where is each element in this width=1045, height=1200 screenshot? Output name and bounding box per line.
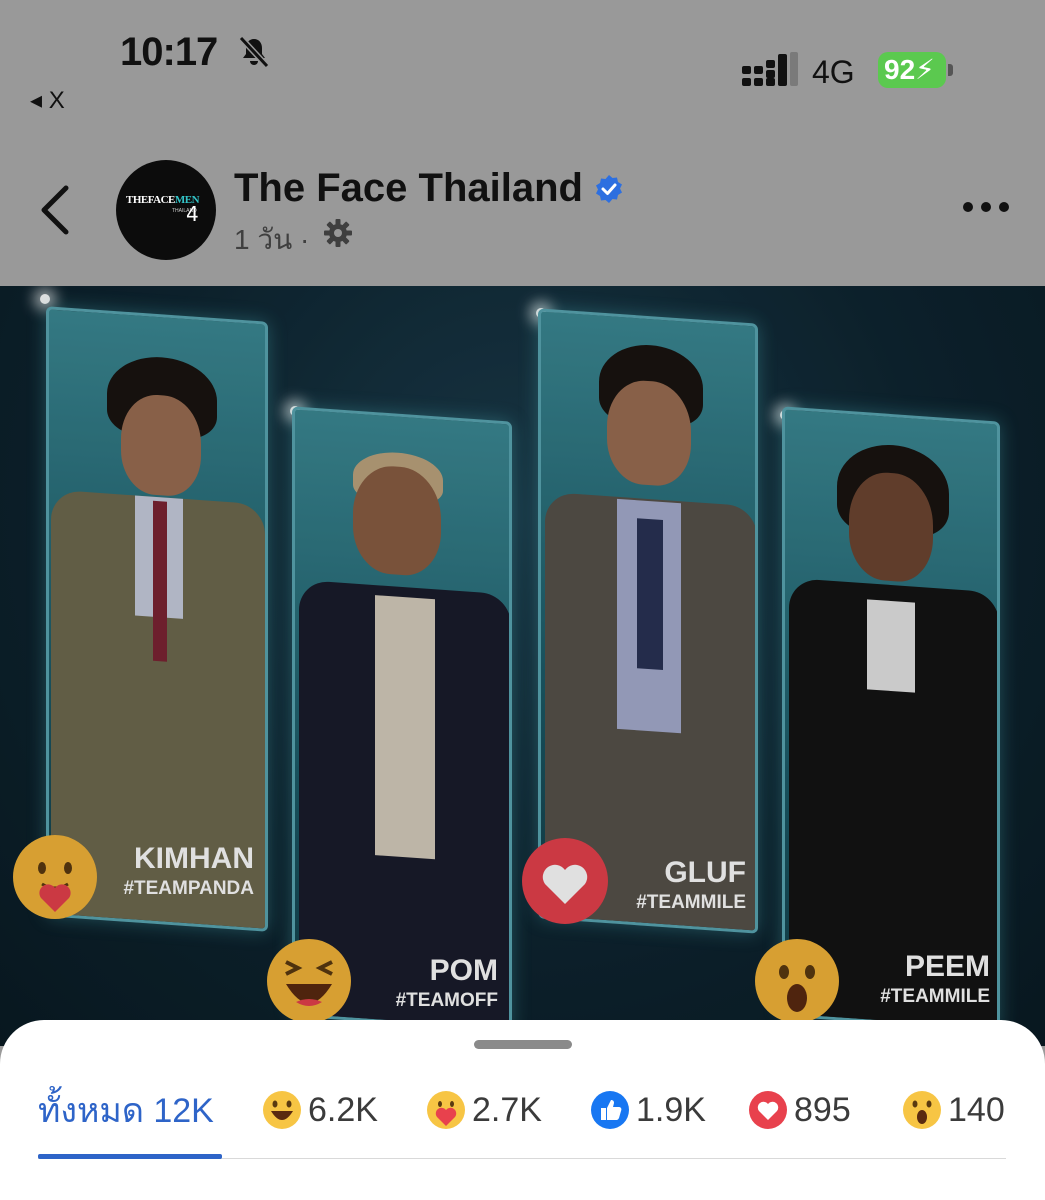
- tab-love[interactable]: 895: [748, 1080, 851, 1140]
- battery-level: 92: [884, 54, 916, 85]
- back-to-app-link[interactable]: ◂ X: [30, 86, 65, 115]
- contestant-card-kimhan: [46, 306, 268, 932]
- reaction-tabs: ทั้งหมด 12K 6.2K 2.7K 1.9K 895 140: [0, 1080, 1045, 1140]
- more-options-icon[interactable]: [960, 194, 1012, 220]
- page-avatar[interactable]: THEFACEMEN THAILAND 4: [116, 160, 216, 260]
- status-bar: 10:17 ◂ X 4G 92⚡: [0, 0, 1045, 130]
- love-emoji-badge: [522, 838, 608, 924]
- verified-badge-icon: [596, 175, 622, 203]
- tab-all[interactable]: ทั้งหมด 12K: [38, 1080, 214, 1140]
- post-header: THEFACEMEN THAILAND 4 The Face Thailand …: [0, 130, 1045, 286]
- tab-wow[interactable]: 140: [902, 1080, 1005, 1140]
- post-time: 1 วัน ·: [234, 224, 310, 255]
- wow-emoji-icon: [755, 939, 839, 1023]
- wow-icon: [903, 1091, 941, 1129]
- haha-emoji-icon: [267, 939, 351, 1023]
- post-image[interactable]: KIMHAN #TEAMPANDA POM #TEAMOFF GLUF #TEA…: [0, 286, 1045, 1046]
- tab-care[interactable]: 2.7K: [426, 1080, 542, 1140]
- card-label-pom: POM #TEAMOFF: [395, 954, 498, 1011]
- tab-like[interactable]: 1.9K: [590, 1080, 706, 1140]
- charging-bolt-icon: ⚡: [915, 54, 935, 85]
- avatar-logo-number: 4: [186, 202, 199, 226]
- battery-indicator: 92⚡: [878, 52, 954, 88]
- like-icon: [591, 1091, 629, 1129]
- love-icon: [749, 1091, 787, 1129]
- card-label-kimhan: KIMHAN #TEAMPANDA: [123, 842, 254, 899]
- reactions-sheet: ทั้งหมด 12K 6.2K 2.7K 1.9K 895 140: [0, 1020, 1045, 1200]
- heart-icon: [542, 864, 588, 904]
- card-label-peem: PEEM #TEAMMILE: [880, 950, 990, 1007]
- tab-like-count: 1.9K: [636, 1090, 706, 1129]
- active-tab-indicator: [38, 1154, 222, 1159]
- tab-haha-count: 6.2K: [308, 1090, 378, 1129]
- status-time: 10:17: [120, 30, 218, 74]
- privacy-gear-icon: [324, 219, 352, 247]
- tab-love-count: 895: [794, 1090, 851, 1129]
- tab-haha[interactable]: 6.2K: [262, 1080, 378, 1140]
- bell-off-icon: [238, 35, 270, 69]
- back-chevron-icon[interactable]: [36, 184, 76, 236]
- haha-icon: [263, 1091, 301, 1129]
- contestant-card-peem: [782, 406, 1000, 1032]
- network-type: 4G: [812, 54, 855, 90]
- card-label-gluf: GLUF #TEAMMILE: [636, 856, 746, 913]
- care-emoji-icon: [13, 835, 97, 919]
- tab-wow-count: 140: [948, 1090, 1005, 1129]
- page-name[interactable]: The Face Thailand: [234, 166, 583, 211]
- sheet-grabber[interactable]: [474, 1040, 572, 1049]
- tab-all-label: ทั้งหมด 12K: [38, 1092, 214, 1130]
- sparkle: [40, 294, 50, 304]
- cellular-signal-icon: [742, 52, 798, 86]
- tab-care-count: 2.7K: [472, 1090, 542, 1129]
- care-icon: [427, 1091, 465, 1129]
- contestant-card-pom: [292, 406, 512, 1032]
